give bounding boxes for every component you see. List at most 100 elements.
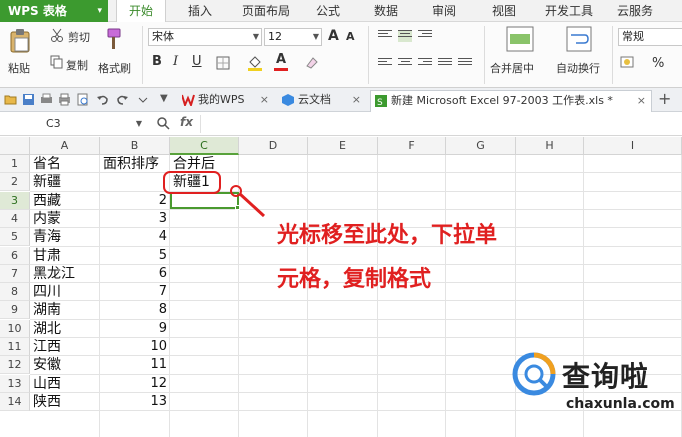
save-icon[interactable] (22, 93, 35, 106)
merge-center-icon[interactable] (506, 26, 534, 52)
cell-b5[interactable]: 4 (100, 228, 167, 246)
row-header-7[interactable]: 7 (0, 264, 30, 283)
tab-home[interactable]: 开始 (116, 0, 166, 23)
cell-b10[interactable]: 9 (100, 320, 167, 338)
cell-a3[interactable]: 西藏 (33, 192, 61, 210)
wrap-text-button[interactable]: 自动换行 (556, 60, 600, 76)
align-center-icon[interactable] (398, 58, 412, 70)
underline-button[interactable]: U (192, 54, 202, 69)
tab-cloud-service[interactable]: 云服务 (608, 0, 662, 22)
column-header-c[interactable]: C (170, 137, 239, 155)
selected-cell-c3[interactable] (170, 192, 239, 209)
select-all-corner[interactable] (0, 137, 30, 155)
close-icon[interactable]: × (352, 90, 361, 110)
row-header-10[interactable]: 10 (0, 319, 30, 338)
tab-page-layout[interactable]: 页面布局 (234, 0, 298, 22)
row-header-12[interactable]: 12 (0, 356, 30, 375)
cell-b1[interactable]: 面积排序 (103, 155, 159, 173)
align-middle-icon[interactable] (398, 30, 412, 42)
font-name-select[interactable]: 宋体 ▼ (148, 28, 262, 46)
row-header-1[interactable]: 1 (0, 155, 30, 173)
cell-a4[interactable]: 内蒙 (33, 210, 61, 228)
column-header-b[interactable]: B (100, 137, 170, 155)
cell-b4[interactable]: 3 (100, 210, 167, 228)
cell-b14[interactable]: 13 (100, 393, 167, 411)
tab-cloud-docs[interactable]: 云文档 × (278, 90, 366, 112)
column-header-a[interactable]: A (30, 137, 100, 155)
search-icon[interactable] (156, 116, 170, 130)
cell-a2[interactable]: 新疆 (33, 173, 61, 191)
cell-a8[interactable]: 四川 (33, 283, 61, 301)
chevron-down-icon[interactable]: ▼ (160, 93, 173, 106)
cell-b8[interactable]: 7 (100, 283, 167, 301)
tab-insert[interactable]: 插入 (178, 0, 222, 22)
font-size-select[interactable]: 12 ▼ (264, 28, 322, 46)
row-header-4[interactable]: 4 (0, 209, 30, 228)
percent-button[interactable]: % (652, 56, 664, 71)
column-header-h[interactable]: H (516, 137, 584, 155)
cell-b13[interactable]: 12 (100, 375, 167, 393)
undo-icon[interactable] (96, 93, 109, 106)
formula-input[interactable] (200, 115, 680, 133)
cell-a13[interactable]: 山西 (33, 375, 61, 393)
cut-button[interactable]: 剪切 (68, 29, 90, 45)
row-header-6[interactable]: 6 (0, 246, 30, 265)
tab-workbook[interactable]: S 新建 Microsoft Excel 97-2003 工作表.xls * × (370, 90, 652, 112)
cell-b6[interactable]: 5 (100, 247, 167, 265)
borders-icon[interactable] (216, 56, 230, 70)
align-left-icon[interactable] (378, 58, 392, 70)
cell-a11[interactable]: 江西 (33, 338, 61, 356)
column-header-d[interactable]: D (239, 137, 308, 155)
paste-icon[interactable] (8, 28, 32, 54)
row-header-2[interactable]: 2 (0, 173, 30, 192)
preview-icon[interactable] (76, 93, 89, 106)
more-icon[interactable] (136, 93, 149, 106)
column-header-g[interactable]: G (446, 137, 516, 155)
tab-developer[interactable]: 开发工具 (540, 0, 598, 22)
close-icon[interactable]: × (637, 91, 646, 111)
row-header-14[interactable]: 14 (0, 392, 30, 411)
font-color-button[interactable]: A (276, 52, 286, 67)
align-right-icon[interactable] (418, 58, 432, 70)
column-header-f[interactable]: F (378, 137, 446, 155)
shrink-font-icon[interactable]: A (346, 30, 355, 43)
cell-a10[interactable]: 湖北 (33, 320, 61, 338)
cell-b3[interactable]: 2 (100, 192, 167, 210)
grow-font-icon[interactable]: A (328, 28, 339, 44)
cell-a5[interactable]: 青海 (33, 228, 61, 246)
row-header-3[interactable]: 3 (0, 191, 30, 210)
open-folder-icon[interactable] (4, 93, 17, 106)
justify-icon[interactable] (438, 58, 452, 70)
bold-button[interactable]: B (152, 54, 162, 69)
tab-formulas[interactable]: 公式 (308, 0, 348, 22)
row-header-9[interactable]: 9 (0, 301, 30, 320)
cell-b7[interactable]: 6 (100, 265, 167, 283)
clear-format-icon[interactable] (304, 55, 318, 69)
print-icon[interactable] (58, 93, 71, 106)
format-painter-icon[interactable] (102, 27, 124, 53)
format-painter-button[interactable]: 格式刷 (98, 60, 131, 76)
number-format-select[interactable]: 常规 (618, 28, 682, 46)
cell-a12[interactable]: 安徽 (33, 356, 61, 374)
cell-b12[interactable]: 11 (100, 356, 167, 374)
column-header-i[interactable]: I (584, 137, 682, 155)
cell-b9[interactable]: 8 (100, 301, 167, 319)
row-header-13[interactable]: 13 (0, 374, 30, 393)
tab-data[interactable]: 数据 (366, 0, 406, 22)
cell-a9[interactable]: 湖南 (33, 301, 61, 319)
currency-icon[interactable] (620, 55, 634, 69)
new-tab-button[interactable]: + (658, 89, 671, 108)
cell-a7[interactable]: 黑龙江 (33, 265, 75, 283)
row-header-5[interactable]: 5 (0, 228, 30, 247)
app-menu-button[interactable]: WPS 表格 ▾ (0, 0, 108, 22)
row-header-8[interactable]: 8 (0, 283, 30, 302)
copy-button[interactable]: 复制 (66, 57, 88, 73)
name-box[interactable]: C3 ▼ (30, 115, 146, 133)
tab-review[interactable]: 审阅 (424, 0, 464, 22)
italic-button[interactable]: I (173, 54, 178, 69)
wrap-text-icon[interactable] (566, 26, 592, 52)
align-top-icon[interactable] (378, 30, 392, 42)
column-header-e[interactable]: E (308, 137, 378, 155)
function-icon[interactable]: fx (180, 115, 193, 129)
tab-my-wps[interactable]: 我的WPS × (178, 90, 274, 112)
